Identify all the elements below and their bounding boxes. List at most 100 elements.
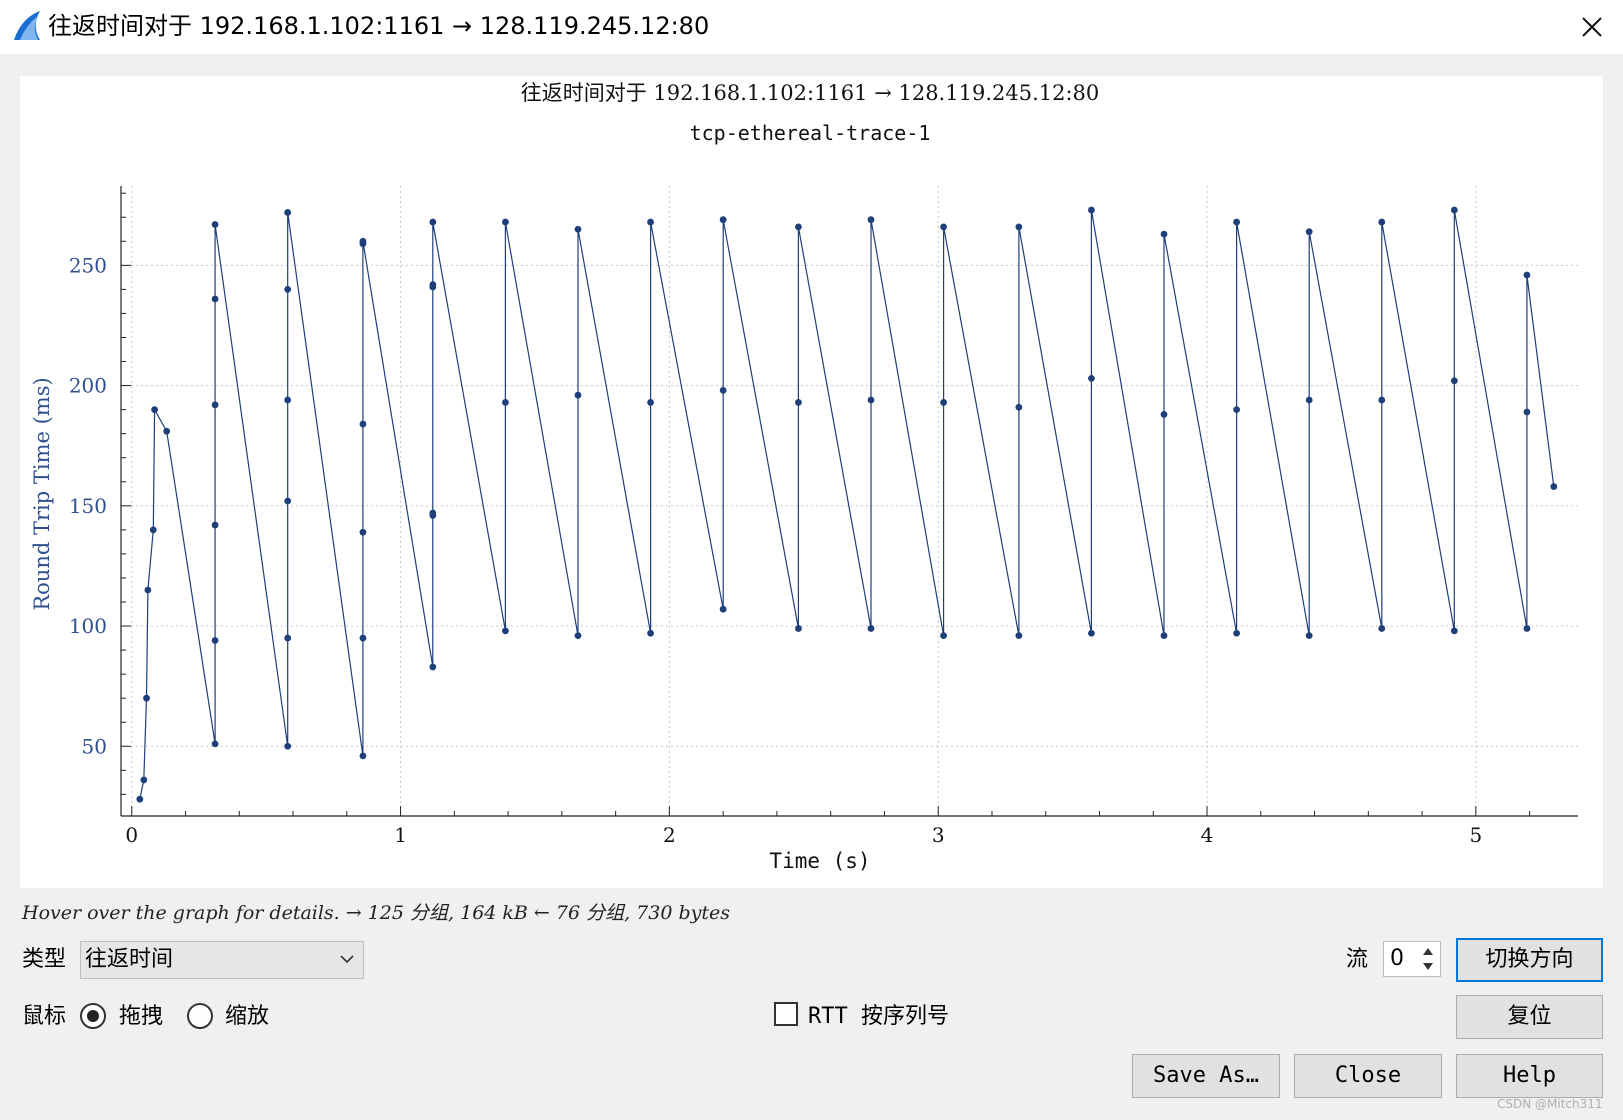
- data-point: [211, 740, 219, 748]
- y-axis-label: Round Trip Time (ms): [30, 377, 54, 610]
- close-window-button[interactable]: [1572, 10, 1612, 44]
- data-point: [1523, 271, 1531, 279]
- data-point: [136, 795, 144, 803]
- data-point: [1305, 632, 1313, 640]
- data-point: [151, 406, 159, 414]
- data-point: [149, 526, 157, 534]
- zoom-label[interactable]: 缩放: [225, 1002, 269, 1032]
- data-point: [1233, 406, 1240, 414]
- title-bar: 往返时间对于 192.168.1.102:1161 → 128.119.245.…: [0, 0, 1623, 54]
- y-tick-label: 250: [69, 253, 107, 277]
- data-point: [940, 399, 947, 406]
- type-label: 类型: [22, 947, 67, 972]
- data-point: [1088, 629, 1095, 637]
- save-as-button[interactable]: Save As…: [1132, 1054, 1280, 1098]
- data-point: [574, 391, 582, 399]
- data-point: [1088, 206, 1095, 214]
- data-point: [211, 637, 219, 644]
- data-point: [1015, 403, 1023, 411]
- data-point: [211, 521, 219, 529]
- rtt-by-sequence-checkbox[interactable]: [774, 1002, 798, 1026]
- y-tick-label: 100: [69, 614, 107, 638]
- data-point: [1550, 483, 1558, 490]
- data-point: [1523, 408, 1531, 416]
- data-point: [719, 605, 727, 613]
- data-point: [647, 399, 654, 406]
- data-point: [574, 225, 582, 233]
- data-point: [1015, 223, 1023, 231]
- switch-direction-button[interactable]: 切换方向: [1456, 938, 1603, 982]
- data-point: [359, 528, 367, 536]
- window-title: 往返时间对于 192.168.1.102:1161 → 128.119.245.…: [48, 12, 710, 40]
- data-point: [429, 281, 437, 288]
- data-point: [284, 396, 292, 404]
- triangle-down-icon: [1423, 963, 1433, 970]
- close-icon: [1582, 17, 1602, 37]
- data-point: [211, 295, 219, 303]
- status-hint: Hover over the graph for details. → 125 …: [22, 902, 731, 924]
- data-point: [211, 221, 219, 228]
- spin-up-button[interactable]: [1418, 944, 1438, 959]
- drag-label[interactable]: 拖拽: [119, 1002, 163, 1032]
- data-point: [867, 396, 875, 404]
- radio-selected-dot: [87, 1010, 99, 1022]
- data-point: [429, 218, 437, 226]
- chart-title: 往返时间对于 192.168.1.102:1161 → 128.119.245.…: [521, 81, 1100, 105]
- stream-label: 流: [1346, 947, 1369, 972]
- reset-button[interactable]: 复位: [1456, 995, 1603, 1039]
- graph-area[interactable]: 往返时间对于 192.168.1.102:1161 → 128.119.245.…: [20, 76, 1603, 888]
- data-point: [1015, 632, 1023, 640]
- data-point: [429, 509, 437, 517]
- data-point: [359, 237, 367, 245]
- series-line: [139, 209, 1555, 800]
- data-point: [284, 497, 292, 505]
- x-tick-label: 2: [663, 823, 676, 847]
- zoom-radio[interactable]: [187, 1003, 213, 1029]
- data-point: [284, 209, 292, 216]
- rtt-chart[interactable]: 往返时间对于 192.168.1.102:1161 → 128.119.245.…: [20, 76, 1603, 888]
- wireshark-fin-icon: [14, 11, 40, 40]
- help-button[interactable]: Help: [1456, 1054, 1603, 1098]
- data-point: [359, 752, 367, 760]
- data-point: [795, 399, 802, 406]
- type-select[interactable]: 往返时间: [80, 941, 364, 979]
- x-tick-label: 3: [932, 823, 945, 847]
- x-tick-label: 5: [1469, 823, 1482, 847]
- data-point: [940, 223, 947, 231]
- data-point: [359, 420, 367, 428]
- stream-spinbox[interactable]: 0: [1383, 941, 1441, 977]
- triangle-up-icon: [1423, 948, 1433, 955]
- data-point: [1378, 218, 1386, 226]
- data-point: [1305, 228, 1313, 236]
- data-point: [1233, 629, 1240, 637]
- chevron-down-icon: [340, 955, 354, 964]
- data-point: [359, 634, 367, 642]
- close-button[interactable]: Close: [1294, 1054, 1442, 1098]
- data-point: [211, 401, 219, 409]
- data-point: [502, 627, 509, 635]
- data-point: [1088, 374, 1095, 382]
- data-point: [647, 629, 654, 637]
- stream-value: 0: [1390, 946, 1404, 971]
- x-tick-label: 0: [125, 823, 138, 847]
- data-point: [284, 742, 292, 750]
- data-point: [647, 218, 654, 226]
- data-point: [1378, 396, 1386, 404]
- data-point: [1305, 396, 1313, 404]
- spin-down-button[interactable]: [1418, 959, 1438, 974]
- data-point: [574, 632, 582, 640]
- data-point: [140, 776, 148, 784]
- data-point: [719, 216, 727, 224]
- rtt-by-sequence-label[interactable]: RTT 按序列号: [808, 1002, 949, 1032]
- data-point: [502, 399, 509, 406]
- data-point: [502, 218, 509, 226]
- x-tick-label: 1: [394, 823, 407, 847]
- data-point: [867, 216, 875, 224]
- drag-radio[interactable]: [80, 1003, 106, 1029]
- chart-subtitle: tcp-ethereal-trace-1: [690, 121, 931, 145]
- data-point: [284, 285, 292, 293]
- data-point: [1160, 632, 1168, 640]
- mouse-label: 鼠标: [22, 1004, 67, 1029]
- data-point: [143, 694, 150, 702]
- data-point: [940, 632, 947, 640]
